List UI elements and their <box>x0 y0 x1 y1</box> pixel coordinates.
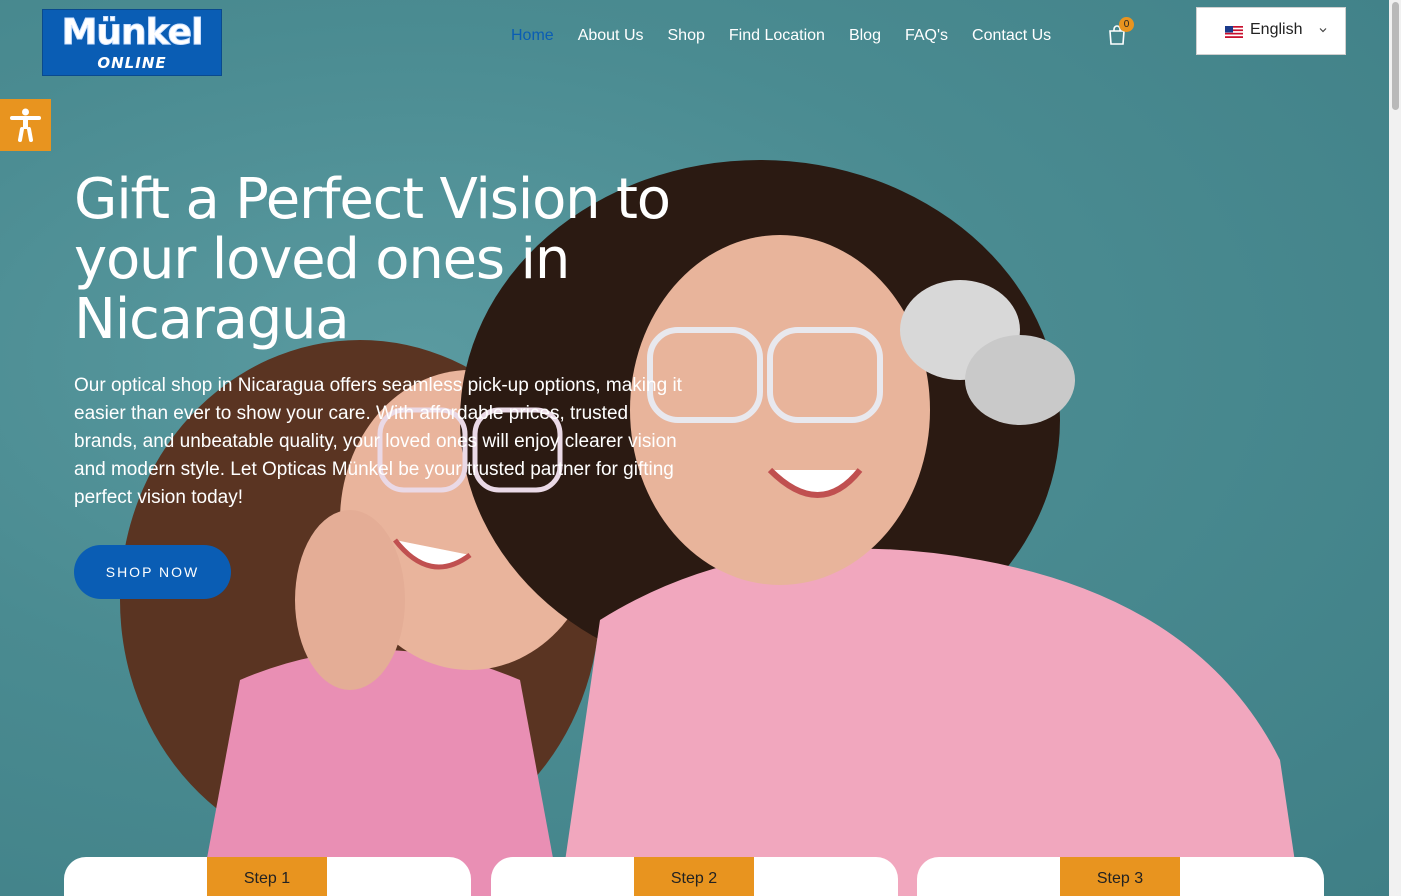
cart-count-badge: 0 <box>1119 17 1134 32</box>
scrollbar-thumb[interactable] <box>1392 2 1399 110</box>
language-label: English <box>1250 21 1303 38</box>
step-tab: Step 3 <box>1060 857 1180 896</box>
us-flag-icon <box>1225 26 1243 38</box>
language-selector[interactable]: English <box>1196 7 1346 55</box>
page: Münkel ONLINE Home About Us Shop Find Lo… <box>0 0 1389 896</box>
page-scrollbar[interactable] <box>1389 0 1401 896</box>
step-tab: Step 1 <box>207 857 327 896</box>
hero-description: Our optical shop in Nicaragua offers sea… <box>74 375 682 508</box>
nav-home[interactable]: Home <box>511 25 554 47</box>
accessibility-icon <box>10 108 41 142</box>
logo-wordmark: Münkel <box>61 12 204 54</box>
nav-about-us[interactable]: About Us <box>578 25 644 47</box>
step-card-1: Step 1 <box>64 857 471 896</box>
step-tab: Step 2 <box>634 857 754 896</box>
hero-title: Gift a Perfect Vision to your loved ones… <box>74 167 671 352</box>
shop-now-button[interactable]: SHOP NOW <box>74 545 231 599</box>
nav-blog[interactable]: Blog <box>849 25 881 47</box>
step-label: Step 1 <box>243 870 291 887</box>
nav-contact-us[interactable]: Contact Us <box>972 25 1051 47</box>
nav-find-location[interactable]: Find Location <box>729 25 825 47</box>
nav-shop[interactable]: Shop <box>668 25 705 47</box>
chevron-down-icon <box>1319 28 1327 33</box>
logo-subtitle: ONLINE <box>97 54 167 72</box>
step-card-3: Step 3 <box>917 857 1324 896</box>
step-label: Step 2 <box>670 870 718 887</box>
accessibility-button[interactable] <box>0 99 51 151</box>
main-nav: Home About Us Shop Find Location Blog FA… <box>511 25 1075 47</box>
step-card-2: Step 2 <box>491 857 898 896</box>
nav-faqs[interactable]: FAQ's <box>905 25 948 47</box>
step-label: Step 3 <box>1096 870 1144 887</box>
site-logo[interactable]: Münkel ONLINE <box>42 9 222 76</box>
